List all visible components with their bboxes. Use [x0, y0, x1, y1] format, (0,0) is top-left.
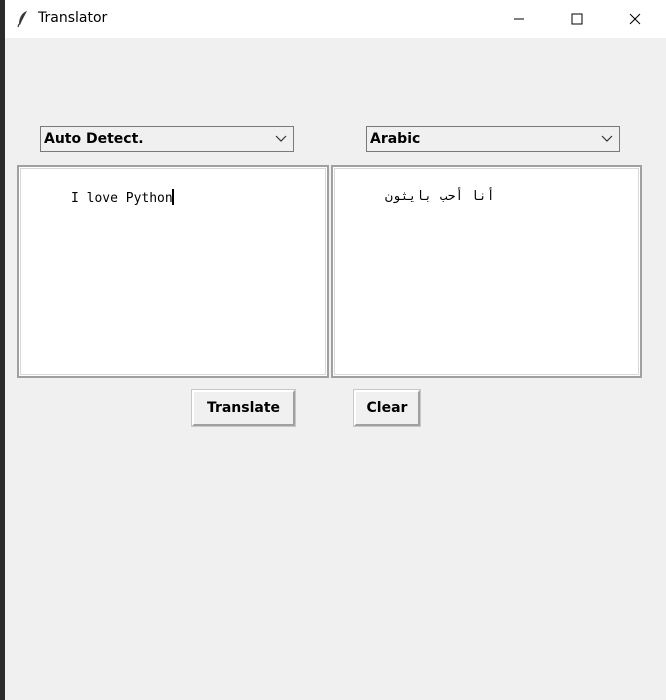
- feather-icon: [17, 11, 27, 28]
- translated-text: أنا أحب بايثون: [384, 189, 495, 204]
- text-cursor: [171, 189, 174, 205]
- close-icon: [629, 13, 641, 25]
- clear-button[interactable]: Clear: [353, 389, 421, 427]
- chevron-down-icon[interactable]: [601, 135, 613, 143]
- maximize-button[interactable]: [548, 0, 606, 38]
- translated-text-area[interactable]: أنا أحب بايثون: [331, 165, 642, 378]
- maximize-icon: [571, 13, 583, 25]
- source-language-select[interactable]: Auto Detect.: [40, 126, 294, 152]
- source-text-area[interactable]: I love Python: [17, 165, 329, 378]
- minimize-icon: [514, 18, 524, 20]
- close-button[interactable]: [606, 0, 664, 38]
- target-language-select[interactable]: Arabic: [366, 126, 620, 152]
- minimize-button[interactable]: [490, 0, 548, 38]
- target-language-value: Arabic: [370, 131, 421, 147]
- translate-button[interactable]: Translate: [191, 389, 296, 427]
- window-title: Translator: [38, 10, 108, 26]
- translator-window: Translator Auto Detect. Arabic I love Py…: [5, 0, 666, 700]
- source-text: I love Python: [70, 191, 173, 206]
- source-language-value: Auto Detect.: [44, 131, 144, 147]
- title-bar[interactable]: Translator: [5, 0, 666, 38]
- chevron-down-icon[interactable]: [275, 135, 287, 143]
